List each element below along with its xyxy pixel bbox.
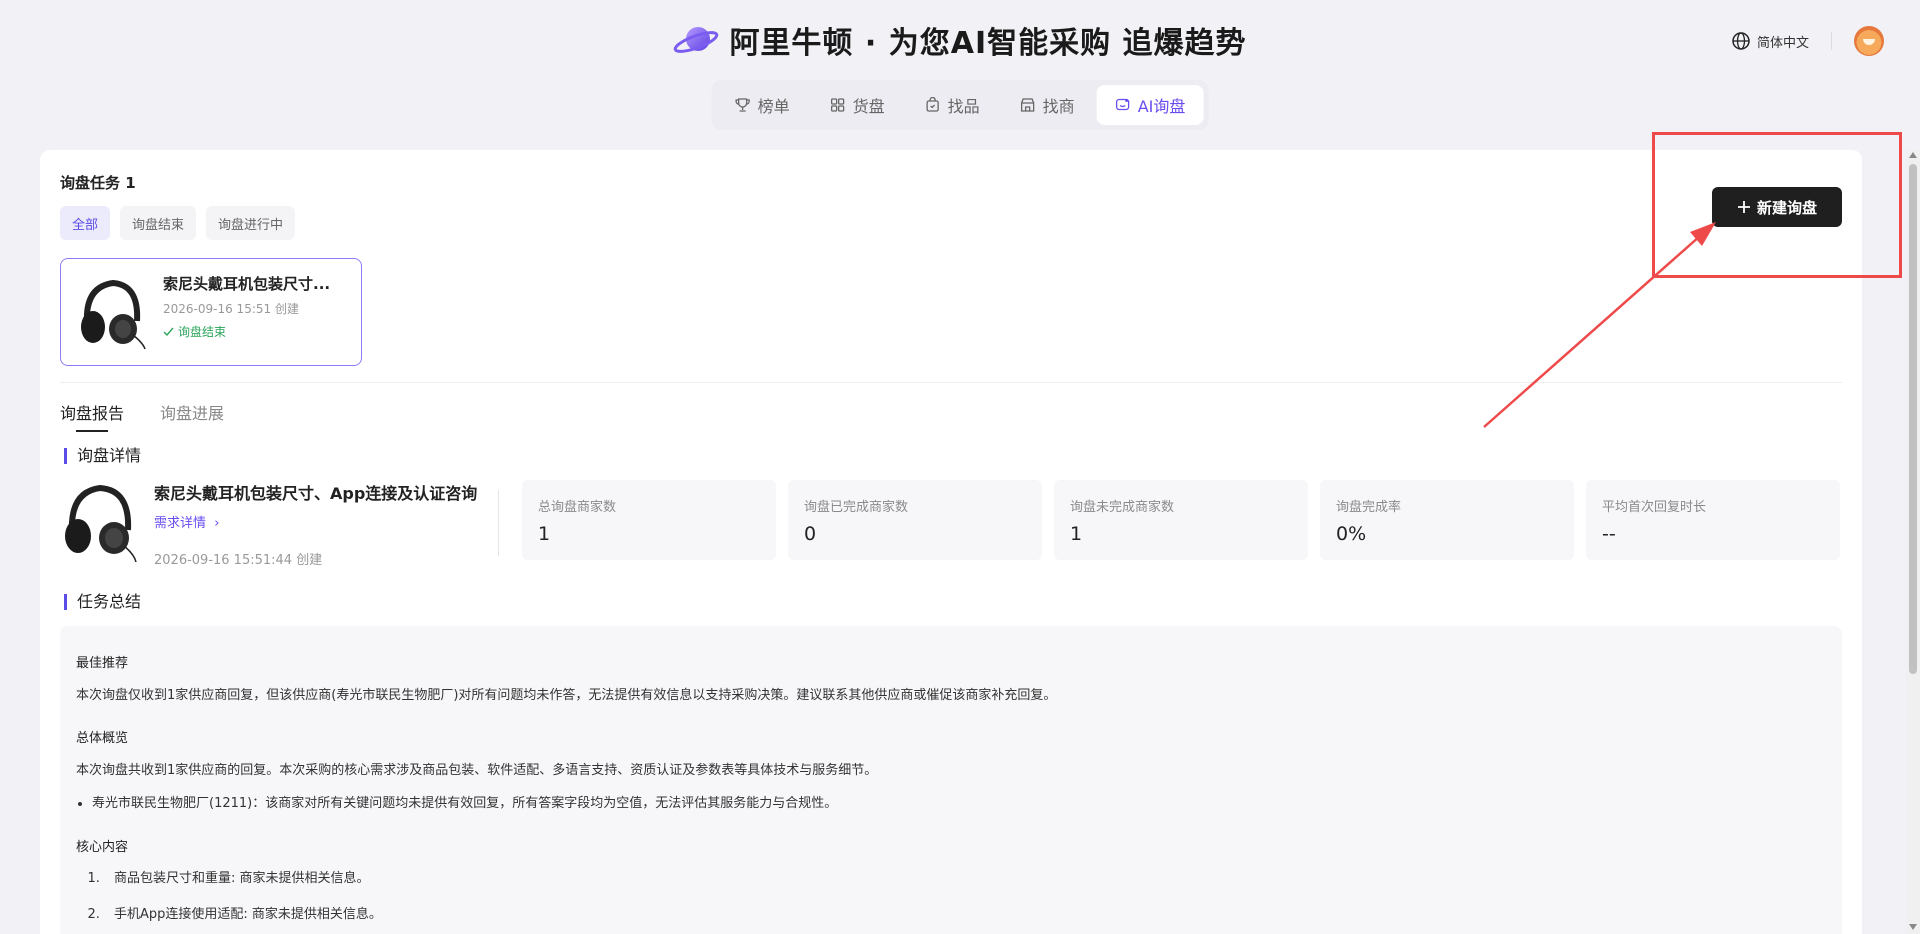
new-inquiry-button[interactable]: 新建询盘 <box>1712 187 1842 227</box>
stat-label: 询盘未完成商家数 <box>1070 500 1175 515</box>
planet-logo-icon <box>674 27 719 53</box>
header-divider <box>1831 32 1832 50</box>
main-card: 询盘任务 1 全部 询盘结束 询盘进行中 新建询盘 索尼头戴耳机包装尺寸... … <box>40 150 1862 934</box>
stat-label: 总询盘商家数 <box>538 500 617 515</box>
tab-inquiry-report[interactable]: 询盘报告 <box>60 400 124 432</box>
nav-tab-find-product[interactable]: 找品 <box>907 85 998 125</box>
best-recommendation-title: 最佳推荐 <box>76 656 129 671</box>
brand-title: 阿里牛顿 · 为您AI智能采购 追爆趋势 <box>729 26 1247 61</box>
language-label: 简体中文 <box>1756 35 1809 51</box>
inquiry-stats: 总询盘商家数 1 询盘已完成商家数 0 询盘未完成商家数 1 询盘完成率 0% … <box>522 480 1840 560</box>
core-content-list: 商品包装尺寸和重量: 商家未提供相关信息。 手机App连接使用适配: 商家未提供… <box>104 869 1826 924</box>
list-item: 商品包装尺寸和重量: 商家未提供相关信息。 <box>104 869 1826 889</box>
inquiry-name: 索尼头戴耳机包装尺寸、App连接及认证咨询 <box>154 484 478 503</box>
chat-icon <box>1116 98 1130 111</box>
list-item: 寿光市联民生物肥厂(1211)：该商家对所有关键问题均未提供有效回复，所有答案字… <box>92 794 1826 814</box>
stat-card: 询盘未完成商家数 1 <box>1054 480 1308 560</box>
new-inquiry-label: 新建询盘 <box>1756 198 1817 217</box>
stat-card: 总询盘商家数 1 <box>522 480 776 560</box>
task-card-status: 询盘结束 <box>163 323 330 340</box>
stat-label: 询盘完成率 <box>1336 500 1402 515</box>
inquiry-detail: 索尼头戴耳机包装尺寸、App连接及认证咨询 需求详情 › 2026-09-16 … <box>60 480 480 568</box>
task-status-label: 询盘结束 <box>178 325 227 339</box>
user-avatar[interactable] <box>1854 26 1884 56</box>
inquiry-created: 2026-09-16 15:51:44 创建 <box>154 553 323 568</box>
chevron-right-icon: › <box>210 516 220 531</box>
inquiry-detail-heading: 询盘详情 <box>64 448 141 464</box>
task-summary-heading: 任务总结 <box>64 594 141 610</box>
nav-tab-label: 货盘 <box>852 97 885 116</box>
nav-tab-rankings[interactable]: 榜单 <box>717 85 808 125</box>
stat-card: 平均首次回复时长 -- <box>1586 480 1840 560</box>
stat-value: 1 <box>538 523 551 545</box>
nav-tab-label: 榜单 <box>757 97 790 116</box>
stat-card: 询盘完成率 0% <box>1320 480 1574 560</box>
nav-tab-label: 找商 <box>1042 97 1075 116</box>
scroll-down-arrow-icon[interactable] <box>1909 924 1917 930</box>
stat-value: 1 <box>1070 523 1083 545</box>
bag-icon <box>926 97 939 112</box>
list-item: 手机App连接使用适配: 商家未提供相关信息。 <box>104 905 1826 925</box>
overview-title: 总体概览 <box>76 731 129 746</box>
section-divider <box>60 382 1842 383</box>
nav-tab-label: AI询盘 <box>1137 97 1186 116</box>
tab-inquiry-progress[interactable]: 询盘进展 <box>160 400 224 432</box>
overview-list: 寿光市联民生物肥厂(1211)：该商家对所有关键问题均未提供有效回复，所有答案字… <box>92 794 1826 814</box>
nav-tab-label: 找品 <box>947 97 980 116</box>
stat-value: 0 <box>804 523 817 545</box>
stat-card: 询盘已完成商家数 0 <box>788 480 1042 560</box>
nav-tab-catalog[interactable]: 货盘 <box>812 85 903 125</box>
task-card[interactable]: 索尼头戴耳机包装尺寸... 2026-09-16 15:51 创建 询盘结束 <box>60 258 362 366</box>
filter-in-progress[interactable]: 询盘进行中 <box>206 206 296 240</box>
task-filters: 全部 询盘结束 询盘进行中 <box>60 206 296 240</box>
task-summary: 最佳推荐 本次询盘仅收到1家供应商回复，但该供应商(寿光市联民生物肥厂)对所有问… <box>60 626 1842 934</box>
plus-icon <box>1737 201 1750 213</box>
task-card-name: 索尼头戴耳机包装尺寸... <box>163 275 331 293</box>
check-icon <box>163 327 174 337</box>
language-switcher[interactable]: 简体中文 <box>1731 31 1809 51</box>
stat-label: 询盘已完成商家数 <box>804 500 909 515</box>
detail-divider <box>498 490 499 556</box>
scroll-up-arrow-icon[interactable] <box>1909 152 1917 158</box>
store-icon <box>1021 98 1035 112</box>
page-scrollbar[interactable] <box>1906 150 1920 934</box>
main-nav: 榜单 货盘 找品 找商 AI询盘 <box>711 80 1209 130</box>
stat-label: 平均首次回复时长 <box>1602 500 1707 515</box>
headphones-thumbnail <box>81 279 146 350</box>
requirement-details-label: 需求详情 <box>154 516 207 531</box>
task-card-created: 2026-09-16 15:51 创建 <box>163 302 299 316</box>
best-recommendation-text: 本次询盘仅收到1家供应商回复，但该供应商(寿光市联民生物肥厂)对所有问题均未作答… <box>76 687 1057 703</box>
task-list-title: 询盘任务 1 <box>60 174 136 192</box>
nav-tab-find-supplier[interactable]: 找商 <box>1002 85 1093 125</box>
overview-text: 本次询盘共收到1家供应商的回复。本次采购的核心需求涉及商品包装、软件适配、多语言… <box>76 762 878 778</box>
scroll-thumb[interactable] <box>1909 164 1917 674</box>
trophy-icon <box>735 98 750 112</box>
filter-finished[interactable]: 询盘结束 <box>120 206 197 240</box>
stat-value: -- <box>1602 523 1616 545</box>
globe-icon <box>1732 32 1750 50</box>
stat-value: 0% <box>1336 523 1367 545</box>
grid-icon <box>830 98 845 112</box>
headphones-thumbnail <box>65 484 137 562</box>
requirement-details-link[interactable]: 需求详情 › <box>154 512 477 531</box>
core-content-title: 核心内容 <box>76 839 129 855</box>
nav-tab-ai-inquiry[interactable]: AI询盘 <box>1096 85 1204 125</box>
brand: 阿里牛顿 · 为您AI智能采购 追爆趋势 <box>0 18 1920 62</box>
filter-all[interactable]: 全部 <box>60 206 111 240</box>
report-tabs: 询盘报告 询盘进展 <box>60 400 224 432</box>
